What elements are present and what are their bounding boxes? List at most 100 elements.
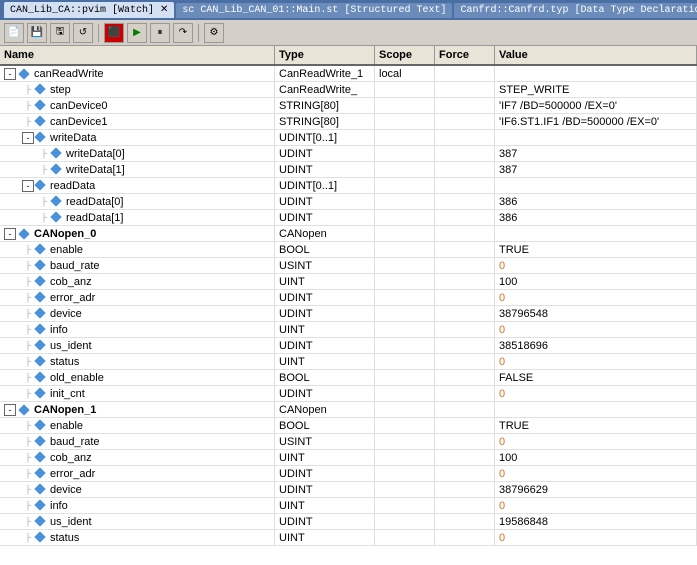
scope-cell — [375, 418, 435, 433]
scope-cell — [375, 466, 435, 481]
expand-icon[interactable]: - — [4, 68, 16, 80]
table-row[interactable]: -CANopen_1CANopen — [0, 402, 697, 418]
tab-canfrd[interactable]: Canfrd::Canfrd.typ [Data Type Declaratio… — [454, 3, 697, 18]
value-cell: 386 — [495, 210, 697, 225]
value-cell — [495, 226, 697, 241]
type-cell: UDINT — [275, 290, 375, 305]
variable-name: device — [50, 484, 82, 496]
table-row[interactable]: ├readData[1]UDINT386 — [0, 210, 697, 226]
table-row[interactable]: ├us_identUDINT19586848 — [0, 514, 697, 530]
table-row[interactable]: ├stepCanReadWrite_STEP_WRITE — [0, 82, 697, 98]
toolbar: 📄 💾 🖫 ↺ ⬛ ▶ ⏸ ↷ ⚙ — [0, 20, 697, 46]
variable-name: CANopen_0 — [34, 228, 96, 240]
expand-icon[interactable]: - — [4, 228, 16, 240]
toolbar-save[interactable]: 💾 — [27, 23, 47, 43]
expand-icon[interactable]: - — [22, 180, 34, 192]
table-row[interactable]: ├deviceUDINT38796548 — [0, 306, 697, 322]
variable-icon — [34, 419, 45, 430]
table-row[interactable]: ├baud_rateUSINT0 — [0, 434, 697, 450]
scope-cell — [375, 82, 435, 97]
force-cell — [435, 354, 495, 369]
tab-main-st[interactable]: sc CAN_Lib_CAN_01::Main.st [Structured T… — [176, 3, 452, 18]
force-cell — [435, 258, 495, 273]
table-row[interactable]: ├error_adrUDINT0 — [0, 290, 697, 306]
toolbar-step[interactable]: ↷ — [173, 23, 193, 43]
type-cell: BOOL — [275, 370, 375, 385]
scope-cell — [375, 306, 435, 321]
toolbar-run[interactable]: ▶ — [127, 23, 147, 43]
type-cell: UINT — [275, 530, 375, 545]
table-row[interactable]: ├canDevice0STRING[80]'IF7 /BD=500000 /EX… — [0, 98, 697, 114]
variable-icon — [50, 211, 61, 222]
variable-icon — [34, 99, 45, 110]
scope-cell — [375, 354, 435, 369]
table-row[interactable]: ├canDevice1STRING[80]'IF6.ST1.IF1 /BD=50… — [0, 114, 697, 130]
variable-icon — [34, 435, 45, 446]
table-row[interactable]: ├writeData[1]UDINT387 — [0, 162, 697, 178]
force-cell — [435, 530, 495, 545]
variable-name: status — [50, 532, 79, 544]
variable-icon — [34, 451, 45, 462]
force-cell — [435, 274, 495, 289]
table-row[interactable]: ├cob_anzUINT100 — [0, 450, 697, 466]
table-row[interactable]: ├statusUINT0 — [0, 354, 697, 370]
expand-icon[interactable]: - — [22, 132, 34, 144]
scope-cell — [375, 146, 435, 161]
table-row[interactable]: ├error_adrUDINT0 — [0, 466, 697, 482]
table-row[interactable]: ├cob_anzUINT100 — [0, 274, 697, 290]
data-table: -canReadWriteCanReadWrite_1local├stepCan… — [0, 66, 697, 556]
table-row[interactable]: ├enableBOOLTRUE — [0, 242, 697, 258]
table-row[interactable]: -readDataUDINT[0..1] — [0, 178, 697, 194]
table-row[interactable]: - CANopen_0 CANopen — [0, 226, 697, 242]
scope-cell — [375, 450, 435, 465]
type-cell: UDINT — [275, 306, 375, 321]
force-cell — [435, 386, 495, 401]
table-row[interactable]: ├init_cntUDINT0 — [0, 386, 697, 402]
type-cell: UINT — [275, 498, 375, 513]
table-row[interactable]: ├us_identUDINT38518696 — [0, 338, 697, 354]
table-row[interactable]: ├infoUINT0 — [0, 322, 697, 338]
variable-icon — [34, 387, 45, 398]
type-cell: USINT — [275, 434, 375, 449]
force-cell — [435, 242, 495, 257]
scope-cell — [375, 114, 435, 129]
type-cell: UDINT[0..1] — [275, 130, 375, 145]
expand-icon[interactable]: - — [4, 404, 16, 416]
table-row[interactable]: ├readData[0]UDINT386 — [0, 194, 697, 210]
toolbar-settings[interactable]: ⚙ — [204, 23, 224, 43]
force-cell — [435, 306, 495, 321]
type-cell: CANopen — [275, 226, 375, 241]
table-row[interactable]: ├writeData[0]UDINT387 — [0, 146, 697, 162]
value-cell — [495, 178, 697, 193]
variable-icon — [34, 307, 45, 318]
table-row[interactable]: ├deviceUDINT38796629 — [0, 482, 697, 498]
table-row[interactable]: ├enableBOOLTRUE — [0, 418, 697, 434]
variable-icon — [34, 371, 45, 382]
variable-icon — [18, 68, 29, 79]
force-cell — [435, 210, 495, 225]
table-row[interactable]: ├old_enableBOOLFALSE — [0, 370, 697, 386]
scope-cell — [375, 322, 435, 337]
type-cell: CANopen — [275, 402, 375, 417]
toolbar-new[interactable]: 📄 — [4, 23, 24, 43]
value-cell: STEP_WRITE — [495, 82, 697, 97]
value-cell: 0 — [495, 498, 697, 513]
variable-icon — [34, 515, 45, 526]
toolbar-stop[interactable]: ⬛ — [104, 23, 124, 43]
table-row[interactable]: ├infoUINT0 — [0, 498, 697, 514]
tab-watch[interactable]: CAN_Lib_CA::pvim [Watch] ✕ — [4, 2, 174, 18]
table-row[interactable]: ├baud_rateUSINT0 — [0, 258, 697, 274]
title-bar: CAN_Lib_CA::pvim [Watch] ✕ sc CAN_Lib_CA… — [0, 0, 697, 20]
toolbar-undo[interactable]: ↺ — [73, 23, 93, 43]
scope-cell: local — [375, 66, 435, 81]
force-cell — [435, 450, 495, 465]
force-cell — [435, 290, 495, 305]
variable-icon — [34, 83, 45, 94]
table-row[interactable]: ├statusUINT0 — [0, 530, 697, 546]
value-cell: 100 — [495, 274, 697, 289]
table-row[interactable]: -canReadWriteCanReadWrite_1local — [0, 66, 697, 82]
toolbar-save2[interactable]: 🖫 — [50, 23, 70, 43]
force-cell — [435, 226, 495, 241]
table-row[interactable]: -writeDataUDINT[0..1] — [0, 130, 697, 146]
toolbar-pause[interactable]: ⏸ — [150, 23, 170, 43]
